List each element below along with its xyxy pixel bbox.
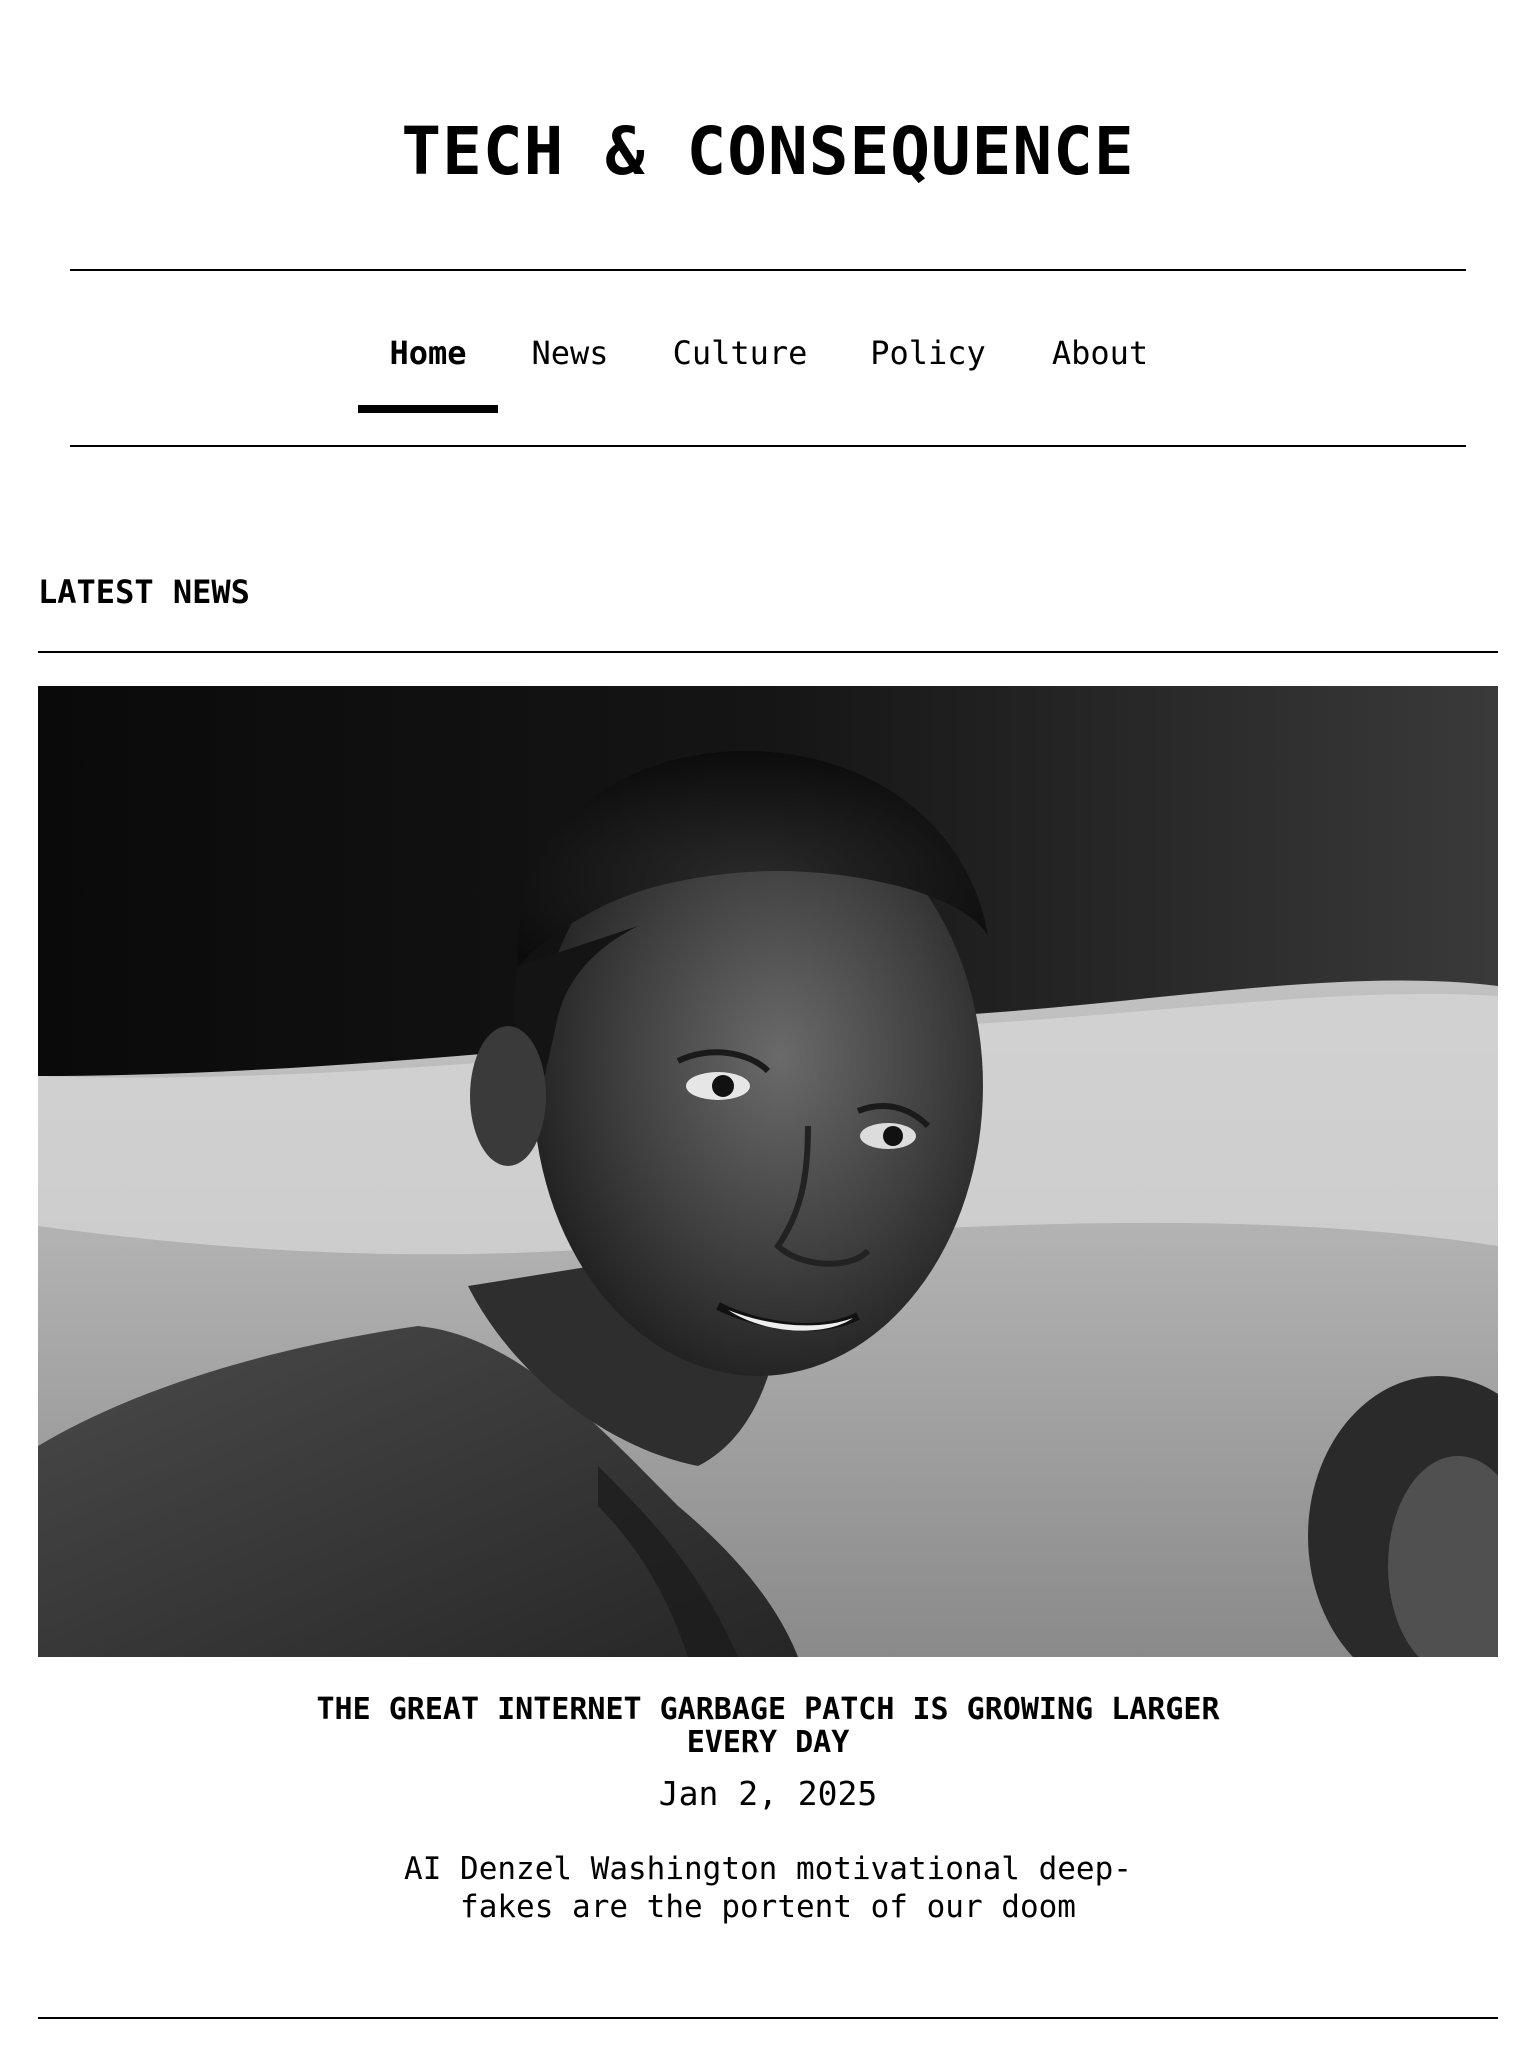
article-bottom-divider [38, 2017, 1498, 2019]
nav-bottom-divider [70, 445, 1466, 447]
site-title[interactable]: TECH & CONSEQUENCE [0, 112, 1536, 192]
nav-item-culture[interactable]: Culture [660, 325, 820, 413]
article-hero-image[interactable] [38, 686, 1498, 1657]
article-summary: AI Denzel Washington motivational deep-f… [404, 1851, 1132, 1925]
nav-item-about[interactable]: About [1040, 325, 1160, 413]
main-nav: Home News Culture Policy About [0, 325, 1536, 415]
nav-top-divider [70, 269, 1466, 271]
article-title[interactable]: THE GREAT INTERNET GARBAGE PATCH IS GROW… [300, 1693, 1236, 1759]
nav-item-policy[interactable]: Policy [858, 325, 998, 413]
section-divider [38, 651, 1498, 653]
section-title: LATEST NEWS [38, 573, 250, 611]
nav-item-news[interactable]: News [520, 325, 620, 413]
active-tab-indicator [358, 405, 498, 413]
nav-item-home[interactable]: Home [358, 325, 498, 413]
article-date: Jan 2, 2025 [658, 1774, 878, 1813]
